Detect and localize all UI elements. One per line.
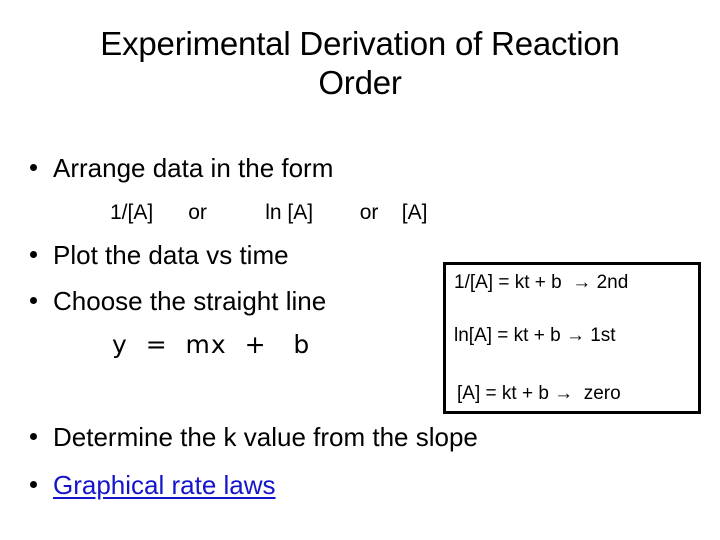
bullet-item-graphical-rate-laws[interactable]: Graphical rate laws	[30, 470, 276, 500]
linear-equation-text: y = mx + b	[112, 330, 311, 359]
slide-canvas: Experimental Derivation of Reaction Orde…	[0, 0, 720, 540]
bullet-dot-icon	[30, 297, 37, 304]
bullet-dot-icon	[30, 164, 37, 171]
hyperlink-graphical-rate-laws[interactable]: Graphical rate laws	[53, 470, 276, 500]
bullet-dot-icon	[30, 481, 37, 488]
bullet-dot-icon	[30, 251, 37, 258]
bullet-dot-icon	[30, 433, 37, 440]
bullet-item-determine-k: Determine the k value from the slope	[30, 422, 478, 452]
data-forms-line: 1/[A] or ln [A] or [A]	[110, 201, 428, 224]
equation-first-order: ln[A] = kt + b → 1st	[454, 325, 616, 346]
bullet-item-choose-line: Choose the straight line	[30, 286, 326, 316]
bullet-item-plot-data: Plot the data vs time	[30, 240, 289, 270]
bullet-label-determine-k: Determine the k value from the slope	[53, 422, 478, 452]
equation-second-order: 1/[A] = kt + b → 2nd	[454, 272, 629, 293]
bullet-label-plot-data: Plot the data vs time	[53, 240, 289, 270]
bullet-item-arrange-data: Arrange data in the form	[30, 153, 333, 183]
bullet-label-choose-line: Choose the straight line	[53, 286, 327, 316]
slide-title: Experimental Derivation of Reaction Orde…	[100, 25, 620, 101]
equation-box: 1/[A] = kt + b → 2nd ln[A] = kt + b → 1s…	[443, 262, 701, 414]
bullet-label-arrange-data: Arrange data in the form	[53, 153, 334, 183]
equation-zero-order: [A] = kt + b → zero	[457, 383, 621, 404]
